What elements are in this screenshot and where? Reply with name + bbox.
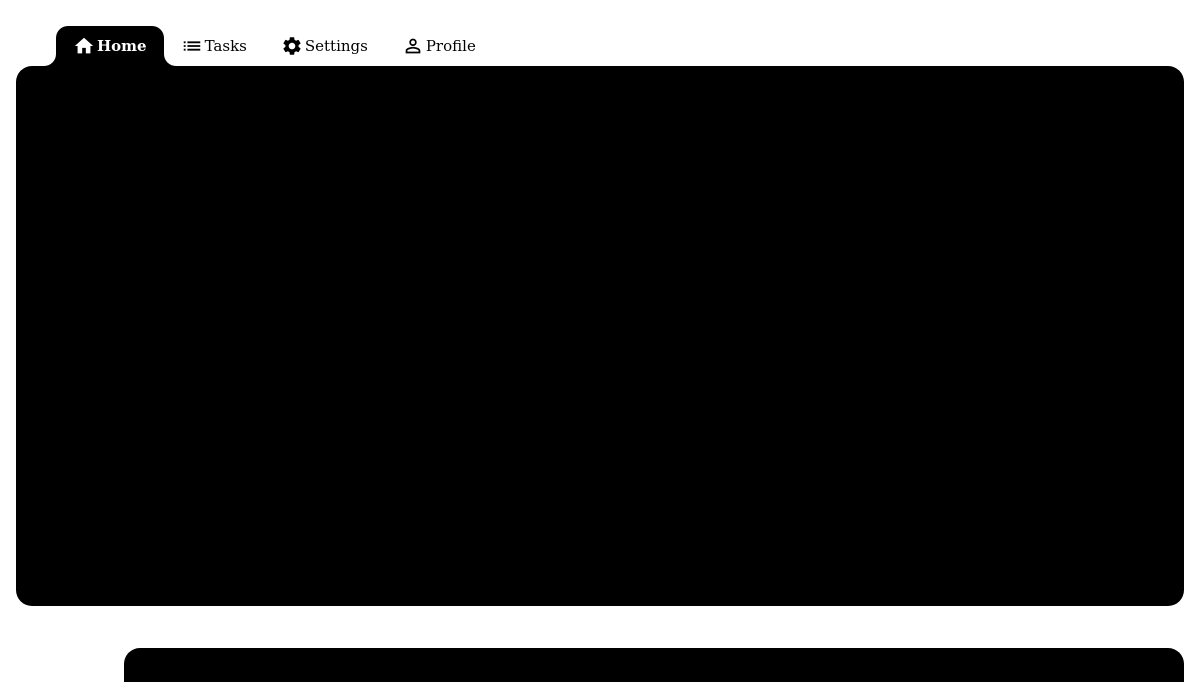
tab-tasks[interactable]: Tasks (164, 26, 264, 66)
tab-profile[interactable]: Profile (385, 26, 493, 66)
tab-settings-label: Settings (304, 37, 368, 55)
tab-home-label: Home (97, 37, 147, 55)
tab-settings[interactable]: Settings (264, 26, 385, 66)
home-content-panel (16, 66, 1184, 606)
secondary-content-panel (124, 648, 1184, 682)
app-root: Home Tasks Settings Profile (0, 0, 1200, 682)
tab-bar: Home Tasks Settings Profile (56, 26, 493, 66)
tab-tasks-label: Tasks (204, 37, 247, 55)
gear-icon (281, 35, 303, 57)
tab-profile-label: Profile (425, 37, 476, 55)
person-icon (402, 35, 424, 57)
home-icon (73, 35, 95, 57)
tab-home[interactable]: Home (56, 26, 164, 66)
list-icon (181, 35, 203, 57)
